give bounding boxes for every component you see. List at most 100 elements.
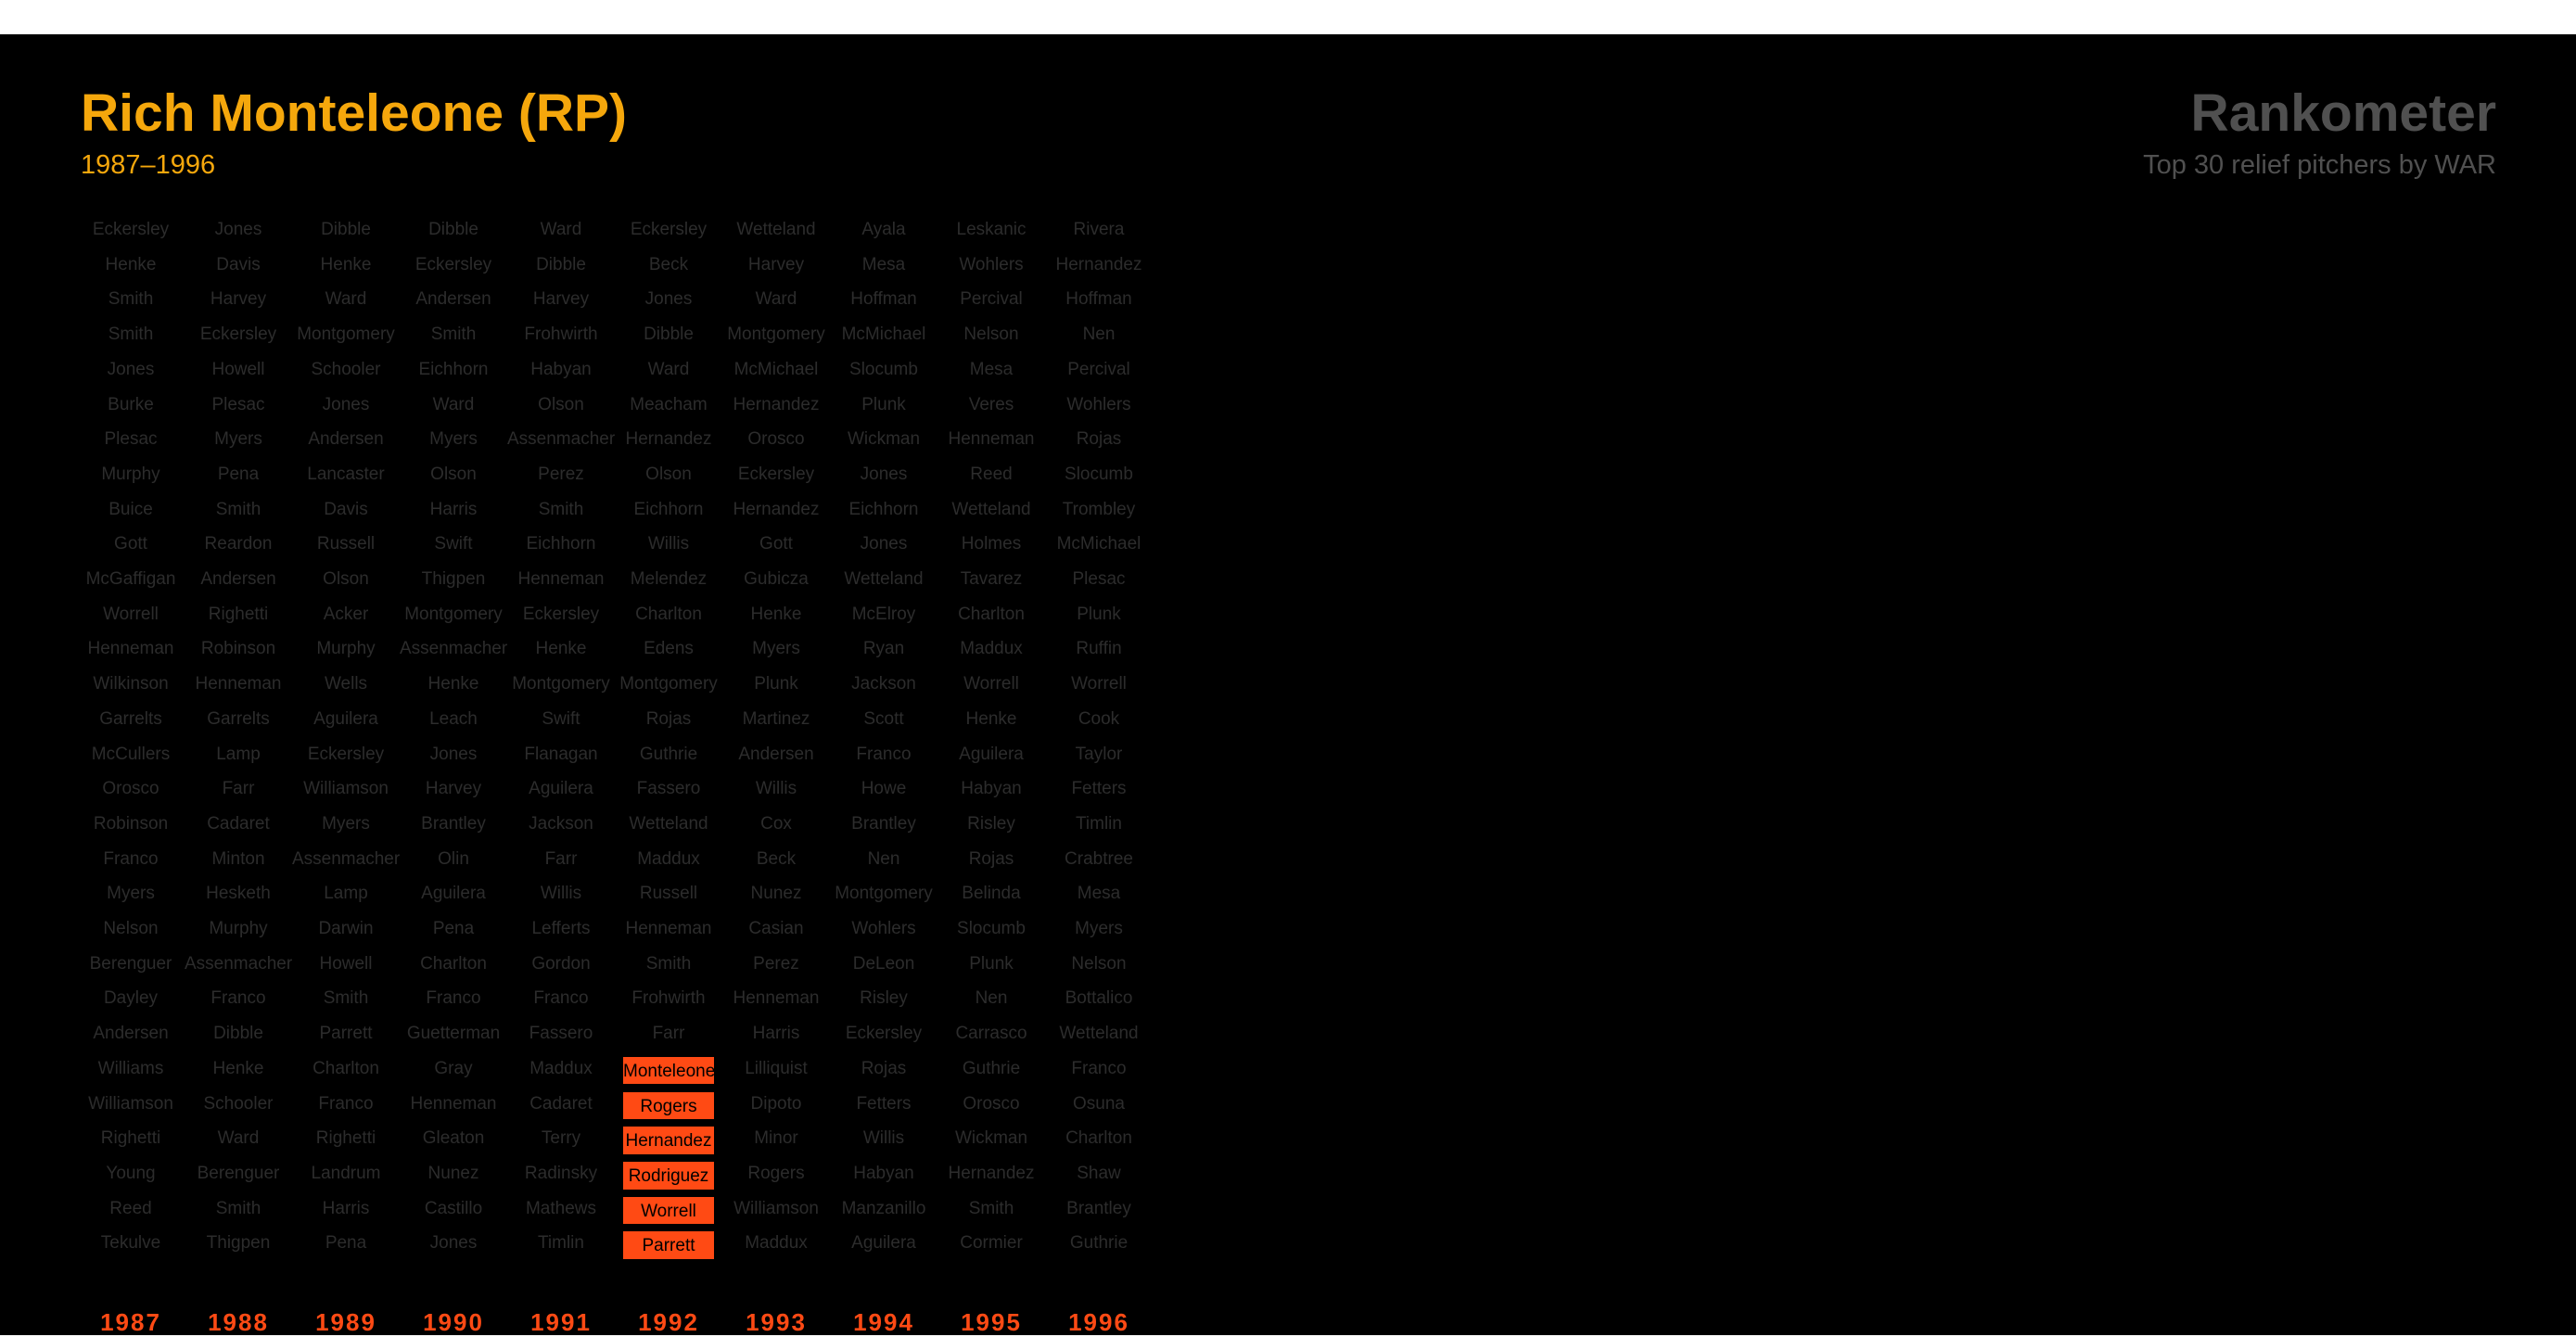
brand-title: Rankometer xyxy=(2190,83,2496,143)
pitcher-cell: Cormier xyxy=(960,1233,1023,1254)
pitcher-cell: Aguilera xyxy=(313,708,378,729)
pitcher-cell: McCullers xyxy=(91,744,171,764)
pitcher-cell: Ward xyxy=(755,289,797,310)
pitcher-cell: Gubicza xyxy=(744,569,809,589)
pitcher-cell: Edens xyxy=(644,639,694,659)
pitcher-cell: Guthrie xyxy=(962,1058,1021,1078)
pitcher-cell: Harvey xyxy=(425,779,482,799)
pitcher-cell: Nunez xyxy=(750,884,802,904)
pitcher-cell: Eckersley xyxy=(92,220,170,239)
pitcher-cell: Perez xyxy=(538,464,584,484)
pitcher-cell: Henneman xyxy=(87,639,174,659)
pitcher-cell: Leskanic xyxy=(956,220,1027,239)
pitcher-cell: Brantley xyxy=(1066,1198,1131,1218)
pitcher-cell: Scott xyxy=(863,708,904,729)
pitcher-cell: Rivera xyxy=(1073,220,1125,239)
pitcher-cell: Olson xyxy=(645,464,692,484)
pitcher-cell: Jones xyxy=(860,464,908,484)
pitcher-cell: Franco xyxy=(103,848,159,869)
pitcher-cell: Montgomery xyxy=(297,325,395,345)
pitcher-cell: Gray xyxy=(434,1058,473,1078)
pitcher-cell: Henneman xyxy=(948,429,1035,450)
pitcher-cell: Holmes xyxy=(961,534,1022,554)
pitcher-cell: Myers xyxy=(752,639,800,659)
pitcher-cell: Nelson xyxy=(1071,953,1127,974)
pitcher-cell: Jones xyxy=(107,359,155,379)
pitcher-cell: Fassero xyxy=(529,1024,593,1044)
pitcher-cell: Smith xyxy=(108,325,154,345)
pitcher-cell: Aguilera xyxy=(851,1233,916,1254)
pitcher-cell: Plesac xyxy=(211,394,265,414)
pitcher-cell: Hernandez xyxy=(625,429,712,450)
pitcher-cell: Plunk xyxy=(969,953,1014,974)
pitcher-cell: Terry xyxy=(541,1128,581,1149)
pitcher-cell: Righetti xyxy=(100,1128,161,1149)
pitcher-cell: Buice xyxy=(108,499,153,519)
pitcher-cell: Hernandez xyxy=(1055,254,1142,274)
year-label: 1995 xyxy=(961,1308,1022,1336)
pitcher-cell: Jones xyxy=(214,220,262,239)
highlighted-pitcher-cell: Rodriguez xyxy=(623,1158,714,1192)
pitcher-cell: Andersen xyxy=(738,744,814,764)
pitcher-cell: Lamp xyxy=(216,744,261,764)
pitcher-cell: Willis xyxy=(647,534,690,554)
pitcher-cell: Rojas xyxy=(968,848,1014,869)
pitcher-cell: Eichhorn xyxy=(633,499,704,519)
pitcher-cell: Burke xyxy=(108,394,154,414)
pitcher-cell: Minton xyxy=(211,848,265,869)
pitcher-cell: Olson xyxy=(430,464,477,484)
pitcher-cell: Fetters xyxy=(856,1093,912,1114)
pitcher-cell: Slocumb xyxy=(1065,464,1133,484)
pitcher-cell: Reardon xyxy=(204,534,273,554)
pitcher-cell: Farr xyxy=(222,779,255,799)
pitcher-cell: Assenmacher xyxy=(507,429,616,450)
pitcher-cell: Franco xyxy=(318,1093,374,1114)
pitcher-cell: Henke xyxy=(965,708,1017,729)
pitcher-cell: Taylor xyxy=(1075,744,1123,764)
pitcher-cell: Henke xyxy=(427,674,479,694)
pitcher-cell: Bottalico xyxy=(1065,988,1133,1009)
pitcher-cell: Plesac xyxy=(104,429,158,450)
pitcher-cell: Cadaret xyxy=(529,1093,593,1114)
pitcher-cell: Murphy xyxy=(316,639,376,659)
pitcher-cell: Trombley xyxy=(1062,499,1136,519)
pitcher-cell: Orosco xyxy=(747,429,805,450)
pitcher-cell: Ward xyxy=(540,220,582,239)
pitcher-cell: Davis xyxy=(216,254,261,274)
pitcher-cell: Wetteland xyxy=(1059,1024,1139,1044)
pitcher-cell: Robinson xyxy=(200,639,276,659)
pitcher-cell: Orosco xyxy=(102,779,159,799)
pitcher-cell: Eckersley xyxy=(307,744,385,764)
pitcher-cell: Slocumb xyxy=(957,919,1026,938)
pitcher-cell: McElroy xyxy=(851,604,916,624)
pitcher-cell: Williamson xyxy=(303,779,389,799)
pitcher-cell: Wetteland xyxy=(736,220,816,239)
pitcher-cell: Mesa xyxy=(861,254,906,274)
pitcher-cell: Lilliquist xyxy=(745,1058,808,1078)
pitcher-cell: Olson xyxy=(323,569,369,589)
pitcher-cell: Cook xyxy=(1078,708,1120,729)
pitcher-cell: Risley xyxy=(967,813,1015,834)
pitcher-cell: Hoffman xyxy=(1065,289,1132,310)
pitcher-cell: Ward xyxy=(325,289,367,310)
pitcher-cell: Martinez xyxy=(742,708,810,729)
pitcher-cell: Eckersley xyxy=(630,220,708,239)
pitcher-cell: Andersen xyxy=(200,569,276,589)
pitcher-cell: Lamp xyxy=(324,884,368,904)
pitcher-cell: Williamson xyxy=(88,1093,173,1114)
pitcher-cell: Harris xyxy=(322,1198,370,1218)
pitcher-cell: Montgomery xyxy=(512,674,610,694)
year-label: 1990 xyxy=(423,1308,484,1336)
pitcher-cell: Pena xyxy=(325,1233,367,1254)
pitcher-cell: Slocumb xyxy=(849,359,918,379)
pitcher-cell: Willis xyxy=(540,884,582,904)
pitcher-cell: Tekulve xyxy=(100,1233,161,1254)
pitcher-cell: Perez xyxy=(753,953,799,974)
pitcher-cell: Smith xyxy=(430,325,477,345)
pitcher-cell: Wilkinson xyxy=(93,674,169,694)
pitcher-cell: Schooler xyxy=(311,359,381,379)
pitcher-cell: Gott xyxy=(759,534,793,554)
pitcher-cell: Dayley xyxy=(103,988,159,1009)
pitcher-cell: Farr xyxy=(544,848,578,869)
pitcher-cell: Andersen xyxy=(415,289,491,310)
